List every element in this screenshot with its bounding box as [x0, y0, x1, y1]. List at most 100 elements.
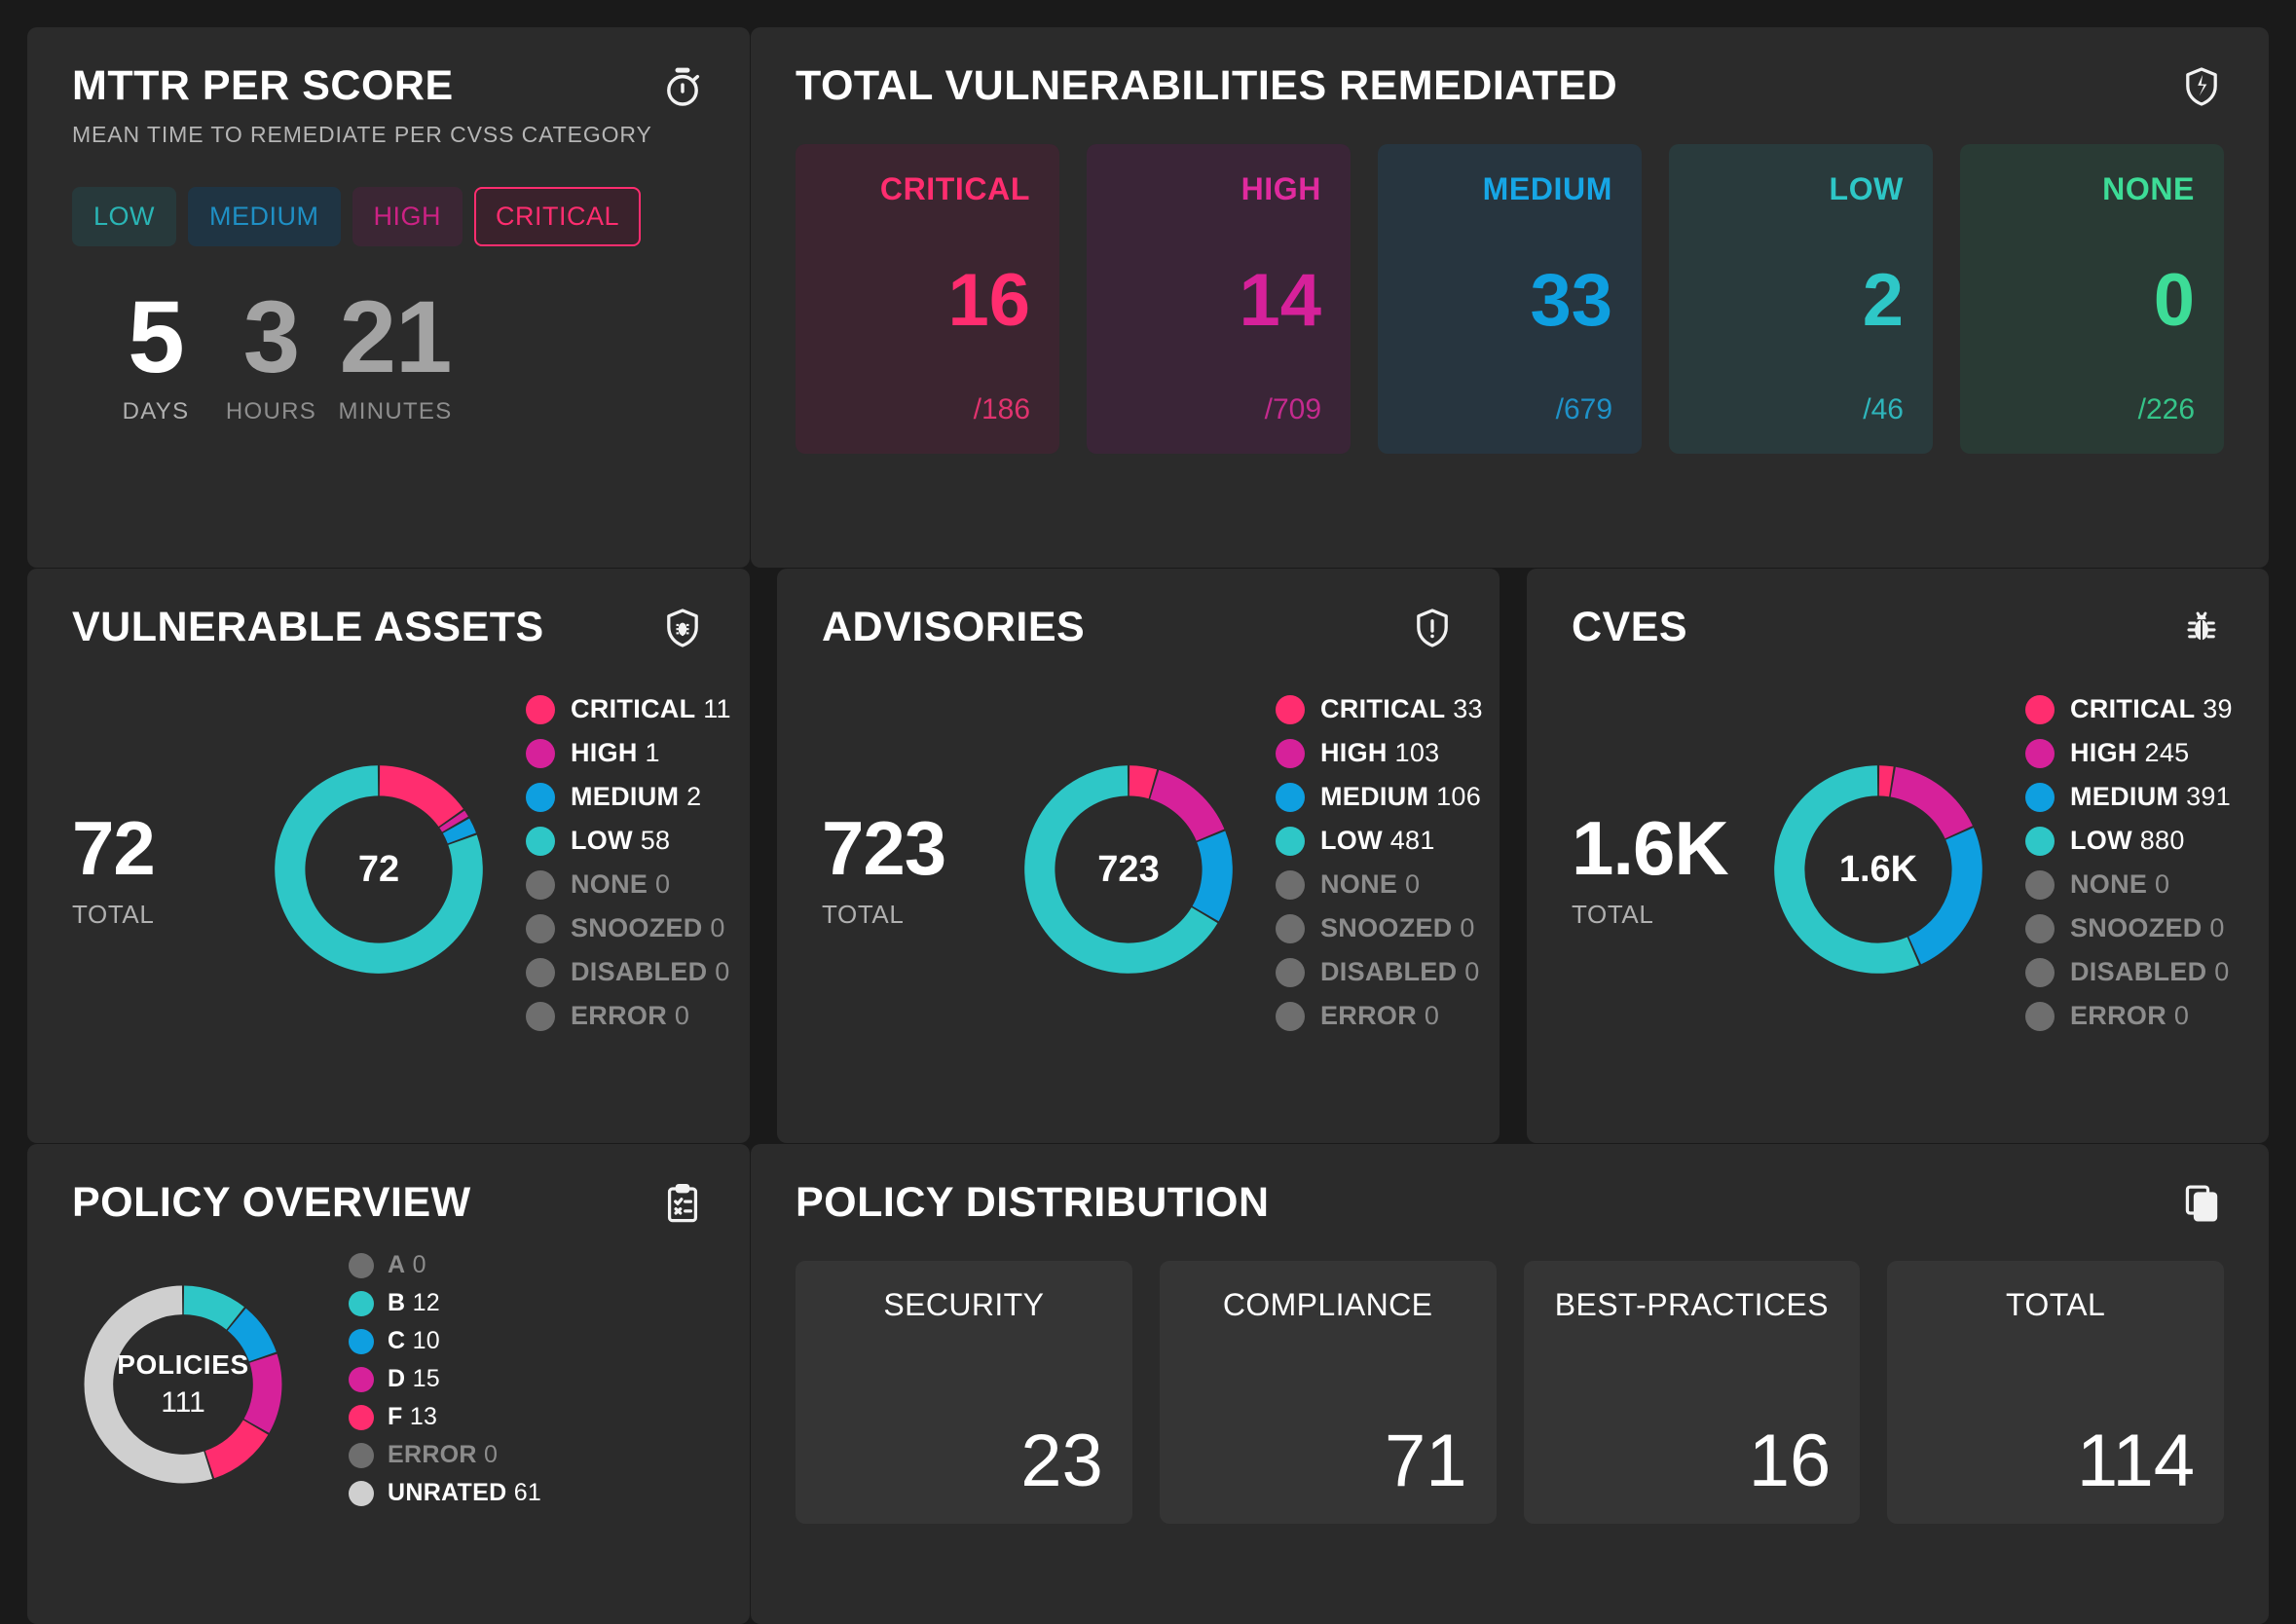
mttr-hours: 3 HOURS [220, 280, 322, 425]
legend-item-low[interactable]: LOW 880 [2025, 826, 2233, 856]
legend-item-unrated[interactable]: UNRATED 61 [349, 1479, 705, 1507]
policy-distribution-value-compliance: 71 [1384, 1420, 1467, 1502]
policy-distribution-card-best-practices[interactable]: BEST-PRACTICES 16 [1523, 1261, 1861, 1524]
policy-overview-title: POLICY OVERVIEW [72, 1179, 471, 1226]
legend-item-high[interactable]: HIGH 1 [526, 738, 731, 768]
legend-item-a[interactable]: A 0 [349, 1251, 705, 1279]
legend-item-b[interactable]: B 12 [349, 1289, 705, 1317]
remediated-label-none: NONE [2102, 171, 2195, 206]
mttr-header: MTTR PER SCORE MEAN TIME TO REMEDIATE PE… [72, 63, 705, 148]
stopwatch-icon [660, 64, 705, 109]
policy-distribution-label-total: TOTAL [2006, 1287, 2106, 1322]
legend-dot-disabled [2025, 957, 2055, 987]
legend-label-snoozed: SNOOZED 0 [1320, 913, 1475, 942]
legend-label-none: NONE 0 [571, 869, 671, 899]
policy-overview-center-label: POLICIES [117, 1348, 249, 1380]
legend-item-low[interactable]: LOW 481 [1276, 826, 1483, 856]
legend-item-medium[interactable]: MEDIUM 2 [526, 782, 731, 812]
vulnerable-assets-body: 72 TOTAL 72 CRITICAL 11 HIGH 1 MEDIUM 2 LOW… [72, 660, 731, 1079]
legend-item-critical[interactable]: CRITICAL 39 [2025, 694, 2233, 724]
remediated-card-medium[interactable]: MEDIUM 33 /679 [1378, 144, 1642, 454]
mttr-pill-critical[interactable]: CRITICAL [474, 187, 642, 247]
mttr-pill-medium[interactable]: MEDIUM [188, 187, 341, 247]
legend-item-critical[interactable]: CRITICAL 33 [1276, 694, 1483, 724]
policy-distribution-label-compliance: COMPLIANCE [1222, 1287, 1433, 1322]
legend-item-error[interactable]: ERROR 0 [2025, 1001, 2233, 1031]
legend-item-high[interactable]: HIGH 103 [1276, 738, 1483, 768]
vulnerable-assets-donut-center: 72 [357, 848, 400, 890]
policy-overview-card: POLICY OVERVIEW POLICIES 111 A 0 B 12 C … [27, 1144, 750, 1624]
policy-distribution-header: POLICY DISTRIBUTION [796, 1179, 2224, 1226]
policy-distribution-title: POLICY DISTRIBUTION [796, 1179, 1270, 1226]
legend-label-medium: MEDIUM 391 [2070, 782, 2232, 811]
remediated-value-high: 14 [1239, 258, 1321, 342]
legend-dot-snoozed [526, 913, 555, 943]
legend-dot-a [349, 1252, 374, 1278]
legend-item-low[interactable]: LOW 58 [526, 826, 731, 856]
legend-item-error[interactable]: ERROR 0 [349, 1441, 705, 1469]
legend-dot-error [526, 1001, 555, 1031]
legend-dot-disabled [1276, 957, 1305, 987]
policy-distribution-card-total[interactable]: TOTAL 114 [1887, 1261, 2224, 1524]
cves-header: CVES [1572, 605, 2224, 650]
remediated-card-high[interactable]: HIGH 14 /709 [1087, 144, 1351, 454]
legend-item-none[interactable]: NONE 0 [1276, 869, 1483, 900]
vulnerable-assets-donut-wrap: 72 [247, 753, 510, 986]
legend-dot-snoozed [2025, 913, 2055, 943]
legend-dot-critical [526, 694, 555, 724]
legend-item-f[interactable]: F 13 [349, 1403, 705, 1431]
legend-item-none[interactable]: NONE 0 [526, 869, 731, 900]
legend-label-a: A 0 [388, 1251, 426, 1278]
legend-dot-low [1276, 826, 1305, 856]
cves-donut[interactable]: 1.6K [1761, 753, 1995, 986]
remediated-header: TOTAL VULNERABILITIES REMEDIATED [796, 63, 2224, 109]
policy-overview-body: POLICIES 111 A 0 B 12 C 10 D 15 F 13 ERROR 0 U… [72, 1251, 705, 1517]
legend-item-disabled[interactable]: DISABLED 0 [526, 957, 731, 987]
legend-label-snoozed: SNOOZED 0 [2070, 913, 2225, 942]
legend-item-snoozed[interactable]: SNOOZED 0 [1276, 913, 1483, 943]
mttr-timer: 5 DAYS 3 HOURS 21 MINUTES [72, 280, 705, 425]
mttr-pill-high[interactable]: HIGH [352, 187, 463, 247]
vulnerable-assets-donut[interactable]: 72 [262, 753, 496, 986]
legend-item-snoozed[interactable]: SNOOZED 0 [2025, 913, 2233, 943]
legend-dot-c [349, 1328, 374, 1354]
legend-item-d[interactable]: D 15 [349, 1365, 705, 1393]
remediated-card-low[interactable]: LOW 2 /46 [1669, 144, 1933, 454]
policy-distribution-label-best-practices: BEST-PRACTICES [1554, 1287, 1829, 1322]
legend-item-medium[interactable]: MEDIUM 106 [1276, 782, 1483, 812]
policy-overview-donut[interactable]: POLICIES 111 [72, 1273, 294, 1495]
remediated-card-none[interactable]: NONE 0 /226 [1960, 144, 2224, 454]
copy-icon [2179, 1181, 2224, 1226]
cves-total-value: 1.6K [1572, 804, 1729, 891]
legend-dot-f [349, 1404, 374, 1430]
mttr-hours-value: 3 [242, 280, 300, 395]
legend-label-low: LOW 58 [571, 826, 671, 855]
legend-item-error[interactable]: ERROR 0 [526, 1001, 731, 1031]
mttr-severity-filter: LOW MEDIUM HIGH CRITICAL [72, 187, 705, 247]
legend-item-disabled[interactable]: DISABLED 0 [2025, 957, 2233, 987]
cves-donut-wrap: 1.6K [1747, 753, 2010, 986]
legend-label-critical: CRITICAL 11 [571, 694, 731, 723]
legend-item-medium[interactable]: MEDIUM 391 [2025, 782, 2233, 812]
advisories-total-label: TOTAL [822, 899, 905, 929]
policy-distribution-card-compliance[interactable]: COMPLIANCE 71 [1159, 1261, 1497, 1524]
advisories-body: 723 TOTAL 723 CRITICAL 33 HIGH 103 MEDIUM … [822, 660, 1483, 1079]
remediated-label-medium: MEDIUM [1482, 171, 1612, 206]
legend-item-c[interactable]: C 10 [349, 1327, 705, 1355]
grid-gap [1500, 569, 1527, 1143]
advisories-donut[interactable]: 723 [1012, 753, 1245, 986]
legend-dot-low [2025, 826, 2055, 856]
policy-distribution-card-security[interactable]: SECURITY 23 [796, 1261, 1132, 1524]
policy-distribution-value-total: 114 [2076, 1420, 2195, 1502]
legend-item-disabled[interactable]: DISABLED 0 [1276, 957, 1483, 987]
legend-item-high[interactable]: HIGH 245 [2025, 738, 2233, 768]
legend-item-none[interactable]: NONE 0 [2025, 869, 2233, 900]
legend-item-critical[interactable]: CRITICAL 11 [526, 694, 731, 724]
donut-row: VULNERABLE ASSETS 72 TOTAL 72 CRITICAL 1… [27, 569, 2269, 1143]
mttr-pill-low[interactable]: LOW [72, 187, 177, 247]
legend-item-snoozed[interactable]: SNOOZED 0 [526, 913, 731, 943]
legend-dot-high [526, 738, 555, 768]
legend-item-error[interactable]: ERROR 0 [1276, 1001, 1483, 1031]
remediated-card-critical[interactable]: CRITICAL 16 /186 [796, 144, 1059, 454]
legend-label-snoozed: SNOOZED 0 [571, 913, 725, 942]
